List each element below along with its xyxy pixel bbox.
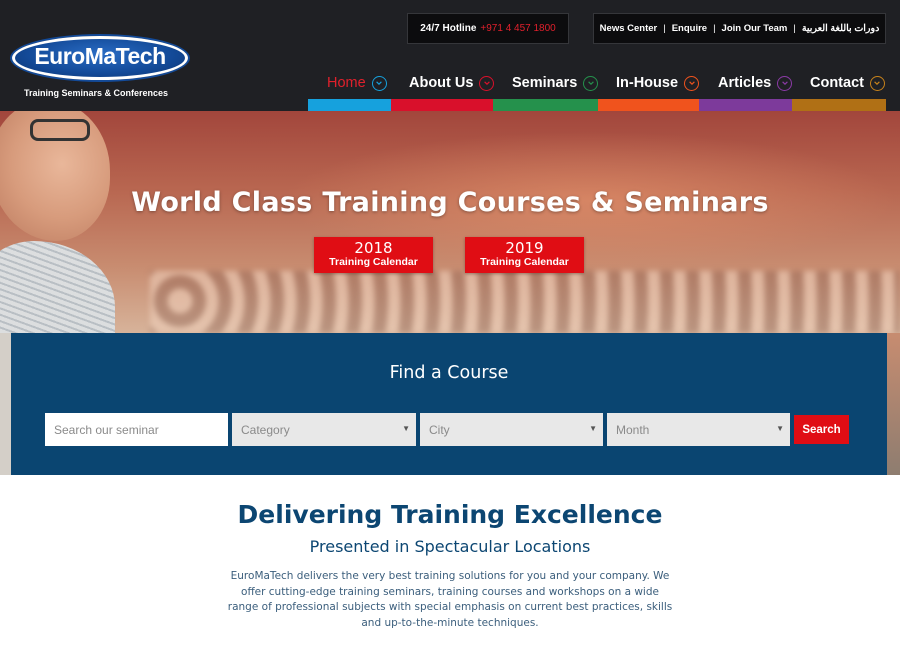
arabic-courses-link[interactable]: دورات باللغة العربية bbox=[802, 23, 879, 34]
nav-strip-inhouse bbox=[598, 99, 699, 111]
chevron-down-icon bbox=[479, 75, 495, 91]
euromatech-logo[interactable]: EuroMaTech bbox=[12, 36, 188, 80]
speaker-shirt bbox=[0, 241, 115, 333]
chevron-down-icon bbox=[583, 75, 599, 91]
separator: | bbox=[663, 23, 666, 34]
nav-in-house-label: In-House bbox=[616, 75, 679, 91]
calendar-2019-button[interactable]: 2019 Training Calendar bbox=[465, 237, 584, 273]
nav-strip-articles bbox=[699, 99, 792, 111]
chevron-down-icon bbox=[684, 75, 700, 91]
nav-articles[interactable]: Articles bbox=[718, 72, 793, 94]
dropdown-arrow-icon: ▼ bbox=[589, 424, 597, 433]
intro-subtitle: Presented in Spectacular Locations bbox=[309, 537, 591, 556]
nav-about-us-label: About Us bbox=[409, 75, 474, 91]
logo-tagline: Training Seminars & Conferences bbox=[24, 88, 169, 98]
hotline-number[interactable]: +971 4 457 1800 bbox=[480, 23, 555, 34]
month-value: Month bbox=[616, 422, 650, 437]
nav-strip-seminars bbox=[493, 99, 598, 111]
nav-contact[interactable]: Contact bbox=[810, 72, 885, 94]
nav-about-us[interactable]: About Us bbox=[409, 72, 495, 94]
chevron-down-icon bbox=[371, 75, 387, 91]
calendar-year: 2019 bbox=[505, 239, 544, 257]
calendar-label: Training Calendar bbox=[329, 256, 418, 268]
hero-audience-image bbox=[150, 271, 900, 333]
dropdown-arrow-icon: ▼ bbox=[776, 424, 784, 433]
separator: | bbox=[713, 23, 716, 34]
top-links: News Center | Enquire | Join Our Team | … bbox=[593, 13, 886, 44]
calendar-2018-button[interactable]: 2018 Training Calendar bbox=[314, 237, 433, 273]
hero-speaker-image bbox=[0, 111, 130, 333]
intro-title: Delivering Training Excellence bbox=[237, 500, 663, 529]
nav-strip-contact bbox=[792, 99, 886, 111]
main-nav: Home About Us Seminars In-House Articles bbox=[308, 72, 886, 94]
nav-in-house[interactable]: In-House bbox=[616, 72, 700, 94]
nav-contact-label: Contact bbox=[810, 75, 864, 91]
hero-title: World Class Training Courses & Seminars bbox=[131, 187, 769, 218]
intro-section: Delivering Training Excellence Presented… bbox=[0, 475, 900, 650]
dropdown-arrow-icon: ▼ bbox=[402, 424, 410, 433]
find-course-title: Find a Course bbox=[389, 363, 509, 383]
nav-articles-label: Articles bbox=[718, 75, 772, 91]
nav-home[interactable]: Home bbox=[327, 72, 387, 94]
enquire-link[interactable]: Enquire bbox=[672, 23, 707, 34]
nav-seminars-label: Seminars bbox=[512, 75, 578, 91]
hero-banner: World Class Training Courses & Seminars … bbox=[0, 111, 900, 333]
city-value: City bbox=[429, 422, 450, 437]
calendar-label: Training Calendar bbox=[480, 256, 569, 268]
speaker-glasses bbox=[30, 119, 90, 141]
nav-home-label: Home bbox=[327, 75, 366, 91]
city-select[interactable]: City ▼ bbox=[420, 413, 603, 446]
seminar-search-input[interactable]: Search our seminar bbox=[45, 413, 228, 446]
month-select[interactable]: Month ▼ bbox=[607, 413, 790, 446]
intro-body: EuroMaTech delivers the very best traini… bbox=[227, 570, 673, 629]
nav-strip-about bbox=[391, 99, 493, 111]
logo-text: EuroMaTech bbox=[34, 43, 166, 69]
chevron-down-icon bbox=[777, 75, 793, 91]
nav-seminars[interactable]: Seminars bbox=[512, 72, 599, 94]
find-course-panel: Find a Course Search our seminar Categor… bbox=[11, 333, 887, 475]
search-button[interactable]: Search bbox=[794, 415, 849, 444]
category-select[interactable]: Category ▼ bbox=[232, 413, 416, 446]
hotline-box: 24/7 Hotline +971 4 457 1800 bbox=[407, 13, 569, 44]
news-center-link[interactable]: News Center bbox=[600, 23, 658, 34]
chevron-down-icon bbox=[869, 75, 885, 91]
calendar-year: 2018 bbox=[354, 239, 393, 257]
join-our-team-link[interactable]: Join Our Team bbox=[722, 23, 788, 34]
finder-left-edge bbox=[0, 333, 11, 475]
nav-strip-home bbox=[308, 99, 391, 111]
search-placeholder: Search our seminar bbox=[54, 422, 159, 437]
separator: | bbox=[793, 23, 796, 34]
category-value: Category bbox=[241, 422, 290, 437]
finder-right-edge bbox=[887, 333, 900, 475]
hotline-label: 24/7 Hotline bbox=[420, 23, 477, 34]
site-header: EuroMaTech Training Seminars & Conferenc… bbox=[0, 0, 900, 111]
